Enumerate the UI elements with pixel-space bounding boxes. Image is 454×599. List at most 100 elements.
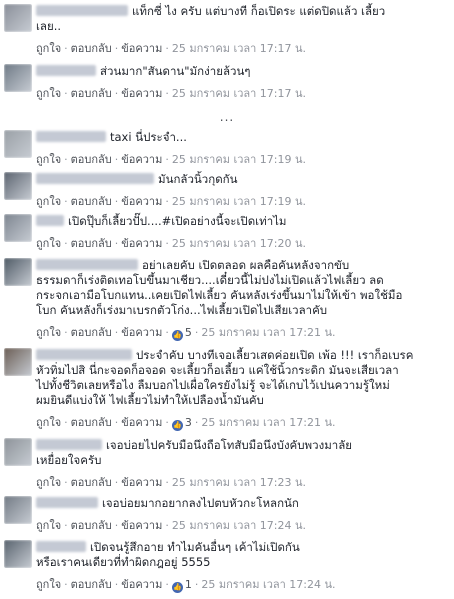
commenter-name[interactable] xyxy=(36,173,154,184)
reply-link[interactable]: ตอบกลับ xyxy=(71,578,112,591)
separator-dot: · xyxy=(165,326,169,339)
separator-dot: · xyxy=(165,416,169,429)
separator-dot: · xyxy=(64,578,68,591)
comment-body: แท็กซี่ ไง ครับ แต่บางที ก็อเปิดระ แต่ดป… xyxy=(36,4,446,34)
avatar[interactable] xyxy=(4,258,32,286)
avatar[interactable] xyxy=(4,172,32,200)
message-link[interactable]: ข้อความ xyxy=(121,237,162,250)
separator-dot: · xyxy=(194,416,199,429)
message-link[interactable]: ข้อความ xyxy=(121,519,162,532)
commenter-name[interactable] xyxy=(36,439,102,450)
comment-body: มันกลัวนิ้วกุดกัน xyxy=(36,172,446,187)
comment-timestamp[interactable]: 25 มกราคม เวลา 17:24 น. xyxy=(201,578,335,591)
commenter-name[interactable] xyxy=(36,215,64,226)
separator-dot: · xyxy=(165,195,169,208)
comment-body: เจอบ่อยไปครับมือนึงถือโทสับมือนึงบังคับพ… xyxy=(36,438,446,468)
like-link[interactable]: ถูกใจ xyxy=(36,578,61,591)
reply-link[interactable]: ตอบกลับ xyxy=(71,87,112,100)
comment-body: taxi นี่ประจำ... xyxy=(36,130,446,145)
like-link[interactable]: ถูกใจ xyxy=(36,476,61,489)
like-link[interactable]: ถูกใจ xyxy=(36,416,61,429)
like-link[interactable]: ถูกใจ xyxy=(36,153,61,166)
reply-link[interactable]: ตอบกลับ xyxy=(71,237,112,250)
reply-link[interactable]: ตอบกลับ xyxy=(71,195,112,208)
comment-timestamp[interactable]: 25 มกราคม เวลา 17:17 น. xyxy=(172,87,306,100)
comment-actions: ถูกใจ · ตอบกลับ · ข้อความ · 25 มกราคม เวลา 17:… xyxy=(36,150,306,168)
like-link[interactable]: ถูกใจ xyxy=(36,87,61,100)
separator-dot: · xyxy=(64,87,68,100)
comment-timestamp[interactable]: 25 มกราคม เวลา 17:21 น. xyxy=(201,416,335,429)
commenter-name[interactable] xyxy=(36,349,132,360)
thumbs-up-icon: 👍 xyxy=(171,582,183,593)
separator-dot: · xyxy=(165,42,169,55)
commenter-name[interactable] xyxy=(36,5,128,16)
separator-dot: · xyxy=(64,237,68,250)
commenter-name[interactable] xyxy=(36,497,98,508)
commenter-name[interactable] xyxy=(36,541,86,552)
comment-timestamp[interactable]: 25 มกราคม เวลา 17:20 น. xyxy=(172,237,306,250)
avatar[interactable] xyxy=(4,4,32,32)
avatar[interactable] xyxy=(4,540,32,568)
like-count[interactable]: 👍 5 xyxy=(171,326,192,341)
separator-dot: · xyxy=(114,237,119,250)
avatar[interactable] xyxy=(4,214,32,242)
reply-link[interactable]: ตอบกลับ xyxy=(71,519,112,532)
commenter-name[interactable] xyxy=(36,259,138,270)
reply-link[interactable]: ตอบกลับ xyxy=(71,153,112,166)
like-link[interactable]: ถูกใจ xyxy=(36,326,61,339)
comment-body: ส่วนมาก"สันดาน"มักง่ายล้วนๆ xyxy=(36,64,446,79)
comment-timestamp[interactable]: 25 มกราคม เวลา 17:23 น. xyxy=(172,476,306,489)
separator-dot: · xyxy=(114,578,119,591)
avatar[interactable] xyxy=(4,64,32,92)
commenter-name[interactable] xyxy=(36,131,106,142)
avatar[interactable] xyxy=(4,438,32,466)
like-count[interactable]: 👍 3 xyxy=(171,416,192,431)
comment-body: ประจำคับ บางทีเจอเลี้ยวเสดค่อยเปิด เพ้อ … xyxy=(36,348,446,408)
message-link[interactable]: ข้อความ xyxy=(121,326,162,339)
like-link[interactable]: ถูกใจ xyxy=(36,42,61,55)
avatar[interactable] xyxy=(4,130,32,158)
reply-link[interactable]: ตอบกลับ xyxy=(71,42,112,55)
message-link[interactable]: ข้อความ xyxy=(121,578,162,591)
like-link[interactable]: ถูกใจ xyxy=(36,237,61,250)
message-link[interactable]: ข้อความ xyxy=(121,153,162,166)
like-link[interactable]: ถูกใจ xyxy=(36,519,61,532)
separator-dot: · xyxy=(165,237,169,250)
reply-link[interactable]: ตอบกลับ xyxy=(71,326,112,339)
comment-actions: ถูกใจ · ตอบกลับ · ข้อความ · 25 มกราคม เวลา 17:… xyxy=(36,192,306,210)
separator-dot: · xyxy=(64,416,68,429)
more-replies-indicator[interactable]: ... xyxy=(0,110,454,124)
like-count-value: 1 xyxy=(184,578,192,591)
comment-actions: ถูกใจ · ตอบกลับ · ข้อความ · 25 มกราคม เวลา 17:… xyxy=(36,39,306,57)
message-link[interactable]: ข้อความ xyxy=(121,87,162,100)
comment-actions: ถูกใจ · ตอบกลับ · ข้อความ · 👍 3 · 25 มกราคม เวลา … xyxy=(36,413,336,431)
like-count[interactable]: 👍 1 xyxy=(171,578,192,593)
separator-dot: · xyxy=(114,476,119,489)
separator-dot: · xyxy=(165,519,169,532)
comment-timestamp[interactable]: 25 มกราคม เวลา 17:21 น. xyxy=(201,326,335,339)
comment-timestamp[interactable]: 25 มกราคม เวลา 17:19 น. xyxy=(172,153,306,166)
comment-timestamp[interactable]: 25 มกราคม เวลา 17:19 น. xyxy=(172,195,306,208)
comment-actions: ถูกใจ · ตอบกลับ · ข้อความ · 25 มกราคม เวลา 17:… xyxy=(36,234,306,252)
comment-body: เจอบ่อยมากอยากลงไปตบหัวกะโหลกนัก xyxy=(36,496,446,511)
comment-timestamp[interactable]: 25 มกราคม เวลา 17:24 น. xyxy=(172,519,306,532)
message-link[interactable]: ข้อความ xyxy=(121,195,162,208)
reply-link[interactable]: ตอบกลับ xyxy=(71,476,112,489)
comment-body: อย่าเลยคับ เปิดตลอด ผลคือคันหลังจากขับ ธ… xyxy=(36,258,446,318)
like-link[interactable]: ถูกใจ xyxy=(36,195,61,208)
avatar[interactable] xyxy=(4,496,32,524)
avatar[interactable] xyxy=(4,348,32,376)
separator-dot: · xyxy=(114,416,119,429)
commenter-name[interactable] xyxy=(36,65,96,76)
message-link[interactable]: ข้อความ xyxy=(121,476,162,489)
comment-actions: ถูกใจ · ตอบกลับ · ข้อความ · 25 มกราคม เวลา 17:… xyxy=(36,473,306,491)
message-link[interactable]: ข้อความ xyxy=(121,416,162,429)
separator-dot: · xyxy=(165,578,169,591)
separator-dot: · xyxy=(114,195,119,208)
message-link[interactable]: ข้อความ xyxy=(121,42,162,55)
reply-link[interactable]: ตอบกลับ xyxy=(71,416,112,429)
separator-dot: · xyxy=(64,476,68,489)
comment-timestamp[interactable]: 25 มกราคม เวลา 17:17 น. xyxy=(172,42,306,55)
comment-actions: ถูกใจ · ตอบกลับ · ข้อความ · 👍 5 · 25 มกราคม เวลา … xyxy=(36,323,336,341)
separator-dot: · xyxy=(64,326,68,339)
